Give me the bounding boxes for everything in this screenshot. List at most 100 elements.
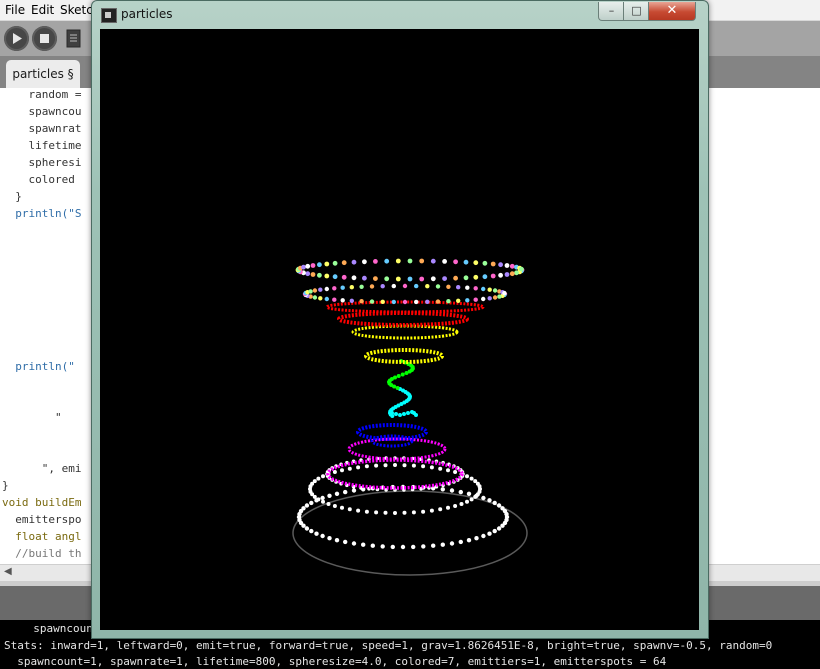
particle-dot [456, 285, 461, 290]
particle-dot [369, 299, 375, 304]
sketch-titlebar[interactable]: particles – □ ✕ [92, 1, 708, 28]
particle-dot [435, 299, 441, 304]
particle-dot [465, 298, 470, 303]
particle-dot [481, 533, 486, 539]
particle-dot [391, 299, 396, 305]
menu-file[interactable]: File [5, 3, 25, 17]
sketch-window[interactable]: particles – □ ✕ [91, 0, 709, 639]
particle-dot [487, 287, 492, 292]
particle-dot [492, 500, 497, 506]
particle-dot [340, 505, 344, 510]
particle-dot [326, 502, 331, 506]
code-line: " [2, 411, 62, 424]
particle-dot [487, 531, 492, 536]
code-line: println("S [2, 207, 82, 220]
particle-dot [364, 509, 369, 514]
particle-dot [327, 536, 332, 541]
particle-dot [458, 489, 463, 495]
particle-dot [446, 284, 451, 289]
particle-dot [340, 298, 345, 303]
scroll-left-icon[interactable]: ◀ [4, 566, 12, 577]
particle-dot [351, 275, 357, 281]
sketch-canvas[interactable] [100, 29, 699, 630]
particle-dot [435, 284, 441, 289]
particle-dot [453, 275, 458, 281]
particle-dot [458, 539, 463, 545]
particle-dot [402, 299, 408, 305]
code-line: float angl [2, 530, 82, 543]
particle-dot [440, 487, 445, 492]
particle-dot [332, 286, 337, 291]
particle-dot [411, 510, 416, 515]
code-line: emitterspo [2, 513, 82, 526]
particle-dot [395, 386, 400, 390]
particle-dot [407, 258, 413, 264]
particle-dot [310, 272, 316, 277]
particle-dot [317, 272, 322, 278]
particle-dot [429, 465, 434, 470]
particle-dot [351, 541, 357, 546]
particle-dot [393, 463, 397, 467]
particle-dot [324, 296, 329, 302]
particle-dot [383, 510, 388, 515]
particle-dot [369, 284, 375, 289]
particle-dot [362, 259, 367, 265]
menu-edit[interactable]: Edit [31, 3, 54, 17]
particle-dot [421, 464, 426, 469]
window-title: particles [121, 7, 173, 21]
particle-dot [414, 283, 419, 289]
particle-dot [431, 543, 436, 548]
particle-dot [393, 511, 397, 515]
particle-dot [380, 544, 385, 549]
particle-dot [347, 507, 352, 512]
particle-dot [509, 271, 515, 277]
particle-dot [324, 261, 330, 267]
particle-dot [430, 276, 436, 282]
particle-dot [380, 284, 385, 289]
particle-dot [341, 260, 347, 266]
particle-dot [343, 489, 348, 495]
particle-dot [411, 544, 416, 550]
new-sketch-button[interactable] [63, 28, 85, 50]
particle-dot [504, 511, 509, 517]
particle-dot [310, 263, 316, 268]
particle-vortex [292, 258, 528, 576]
particle-dot [419, 276, 425, 282]
particle-dot [466, 538, 472, 543]
particle-dot [312, 479, 317, 484]
particle-dot [481, 495, 486, 501]
play-icon [13, 33, 22, 44]
particle-dot [400, 372, 405, 377]
particle-dot [341, 274, 347, 280]
particle-dot [438, 466, 443, 471]
particle-dot [312, 295, 318, 300]
particle-dot [343, 539, 348, 545]
particle-dot [398, 413, 402, 417]
particle-dot [492, 528, 497, 534]
particle-dot [314, 531, 319, 536]
maximize-button[interactable]: □ [623, 2, 650, 21]
particle-dot [321, 499, 325, 504]
code-line: } [2, 190, 22, 203]
close-button[interactable]: ✕ [648, 2, 696, 21]
particle-dot [463, 275, 469, 281]
run-button[interactable] [4, 26, 29, 51]
tab-particles[interactable]: particles § [6, 60, 80, 88]
stop-button[interactable] [32, 26, 57, 51]
particle-dot [370, 543, 375, 548]
particle-dot [390, 411, 394, 415]
particle-dot [453, 504, 458, 508]
particle-dot [317, 262, 322, 268]
minimize-button[interactable]: – [598, 2, 625, 21]
particle-dot [404, 371, 409, 375]
stop-icon [40, 34, 49, 43]
particle-dot [340, 468, 344, 473]
particle-dot [316, 497, 321, 502]
particle-dot [425, 284, 430, 289]
particle-dot [301, 506, 306, 511]
particle-dot [490, 261, 496, 267]
particle-dot [438, 507, 443, 512]
particle-dot [469, 497, 474, 502]
particle-spiral-ring [347, 437, 447, 461]
particle-dot [469, 476, 474, 481]
